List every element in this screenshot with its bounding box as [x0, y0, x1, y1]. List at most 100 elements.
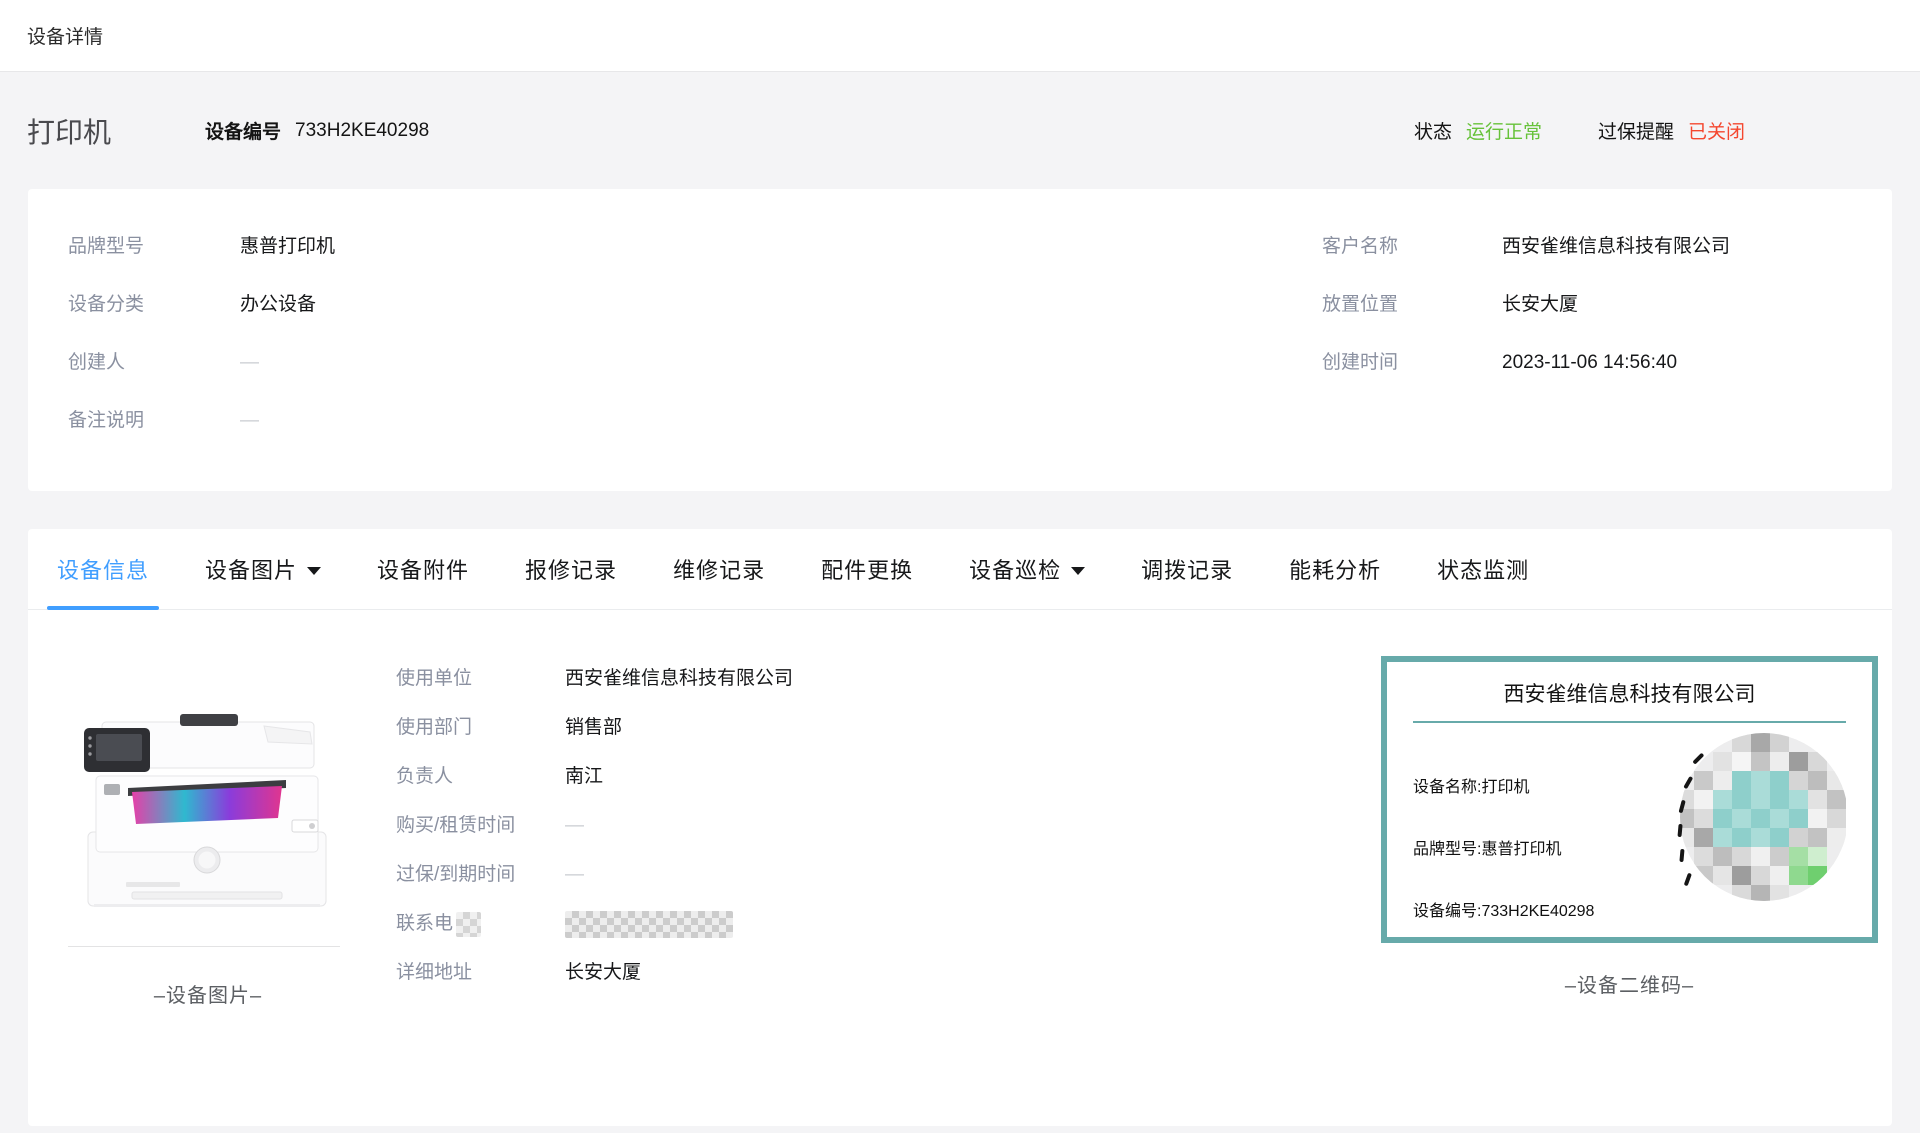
tab-label: 配件更换: [821, 553, 913, 585]
device-header: 打印机 设备编号 733H2KE40298 状态 运行正常 过保提醒 已关闭: [0, 72, 1920, 189]
summary-left-column: 品牌型号 惠普打印机 设备分类 办公设备 创建人 — 备注说明 —: [68, 229, 1322, 461]
tab-label: 能耗分析: [1289, 553, 1381, 585]
summary-card: 品牌型号 惠普打印机 设备分类 办公设备 创建人 — 备注说明 — 客户名称 西…: [28, 189, 1892, 491]
summary-row: 备注说明 —: [68, 403, 1322, 438]
tab-label: 设备附件: [377, 553, 469, 585]
field-label: 放置位置: [1322, 287, 1502, 322]
pixelated-label-mask: [456, 912, 481, 937]
pixelated-phone-value: [565, 911, 733, 938]
status-item-run: 状态 运行正常: [1414, 117, 1542, 144]
chevron-down-icon: [1071, 567, 1085, 575]
field-value: 西安雀维信息科技有限公司: [1502, 229, 1730, 264]
qr-block: 西安雀维信息科技有限公司 设备名称:打印机 品牌型号:惠普打印机 设备编号:73…: [1381, 656, 1878, 998]
detail-row: 详细地址 长安大厦: [396, 958, 1381, 988]
field-label: 使用单位: [396, 664, 565, 694]
field-value: 销售部: [565, 713, 622, 743]
field-value: 西安雀维信息科技有限公司: [565, 664, 793, 694]
qr-brand-line: 品牌型号:惠普打印机: [1413, 835, 1674, 859]
field-value: 长安大厦: [565, 958, 641, 988]
summary-row: 放置位置 长安大厦: [1322, 287, 1852, 322]
field-value: 惠普打印机: [240, 229, 335, 264]
tab-label: 调拨记录: [1141, 553, 1233, 585]
qr-code-pixelated-image: [1674, 731, 1846, 907]
field-label: 负责人: [396, 762, 565, 792]
field-label: 使用部门: [396, 713, 565, 743]
detail-row: 使用部门 销售部: [396, 713, 1381, 743]
device-image-block: –设备图片–: [68, 692, 348, 1008]
field-label: 详细地址: [396, 958, 565, 988]
field-label: 品牌型号: [68, 229, 240, 264]
image-divider: [68, 946, 340, 947]
warranty-label: 过保提醒: [1598, 117, 1674, 144]
detail-row: 使用单位 西安雀维信息科技有限公司: [396, 664, 1381, 694]
summary-row: 创建人 —: [68, 345, 1322, 380]
status-value: 运行正常: [1466, 117, 1542, 144]
qr-company-title: 西安雀维信息科技有限公司: [1413, 678, 1846, 723]
field-value-empty: —: [565, 860, 584, 890]
tab-status-monitoring[interactable]: 状态监测: [1423, 529, 1543, 609]
field-value: 办公设备: [240, 287, 316, 322]
summary-right-column: 客户名称 西安雀维信息科技有限公司 放置位置 长安大厦 创建时间 2023-11…: [1322, 229, 1852, 461]
summary-row: 创建时间 2023-11-06 14:56:40: [1322, 345, 1852, 380]
field-label: 创建人: [68, 345, 240, 380]
device-code-label: 设备编号: [205, 117, 281, 144]
tab-device-info[interactable]: 设备信息: [43, 529, 163, 609]
qr-lines: 设备名称:打印机 品牌型号:惠普打印机 设备编号:733H2KE40298: [1413, 773, 1674, 959]
tab-label: 设备巡检: [969, 553, 1061, 585]
field-label: 客户名称: [1322, 229, 1502, 264]
tab-label: 设备信息: [57, 553, 149, 585]
tab-label: 状态监测: [1437, 553, 1529, 585]
tab-device-attachments[interactable]: 设备附件: [363, 529, 483, 609]
status-group: 状态 运行正常 过保提醒 已关闭: [1414, 117, 1745, 144]
field-value: 长安大厦: [1502, 287, 1578, 322]
tab-label: 维修记录: [673, 553, 765, 585]
device-name: 打印机: [27, 111, 111, 151]
tab-device-images[interactable]: 设备图片: [191, 529, 335, 609]
field-value-empty: —: [240, 345, 259, 380]
tab-label: 报修记录: [525, 553, 617, 585]
detail-row: 过保/到期时间 —: [396, 860, 1381, 890]
status-item-warranty: 过保提醒 已关闭: [1598, 117, 1745, 144]
detail-row: 购买/租赁时间 —: [396, 811, 1381, 841]
tab-label: 设备图片: [205, 553, 297, 585]
tab-bar: 设备信息 设备图片 设备附件 报修记录 维修记录 配件更换 设备巡检 调拨记录 …: [28, 529, 1892, 610]
field-label: 联系电: [396, 909, 453, 939]
device-code-value: 733H2KE40298: [295, 120, 429, 142]
summary-row: 客户名称 西安雀维信息科技有限公司: [1322, 229, 1852, 264]
summary-row: 品牌型号 惠普打印机: [68, 229, 1322, 264]
tab-repair-requests[interactable]: 报修记录: [511, 529, 631, 609]
summary-row: 设备分类 办公设备: [68, 287, 1322, 322]
tab-transfer-records[interactable]: 调拨记录: [1127, 529, 1247, 609]
page-title: 设备详情: [27, 22, 103, 49]
field-value-empty: —: [240, 403, 259, 438]
field-label: 过保/到期时间: [396, 860, 565, 890]
warranty-value: 已关闭: [1688, 117, 1745, 144]
qr-body: 设备名称:打印机 品牌型号:惠普打印机 设备编号:733H2KE40298: [1413, 723, 1846, 959]
detail-row: 负责人 南江: [396, 762, 1381, 792]
qr-card: 西安雀维信息科技有限公司 设备名称:打印机 品牌型号:惠普打印机 设备编号:73…: [1381, 656, 1878, 943]
field-value: 2023-11-06 14:56:40: [1502, 345, 1677, 380]
usage-fields: 使用单位 西安雀维信息科技有限公司 使用部门 销售部 负责人 南江 购买/租赁时…: [396, 664, 1381, 1007]
detail-row-phone: 联系电: [396, 909, 1381, 939]
device-image-caption: –设备图片–: [68, 979, 348, 1008]
qr-code-line: 设备编号:733H2KE40298: [1413, 897, 1674, 921]
tab-energy-analysis[interactable]: 能耗分析: [1275, 529, 1395, 609]
tab-device-inspection[interactable]: 设备巡检: [955, 529, 1099, 609]
field-label: 备注说明: [68, 403, 240, 438]
qr-caption: –设备二维码–: [1381, 969, 1878, 998]
status-label: 状态: [1414, 117, 1452, 144]
printer-image[interactable]: [68, 692, 346, 920]
device-info-panel: –设备图片– 使用单位 西安雀维信息科技有限公司 使用部门 销售部 负责人 南江…: [28, 610, 1892, 1008]
field-value: 南江: [565, 762, 603, 792]
field-label: 购买/租赁时间: [396, 811, 565, 841]
field-value-empty: —: [565, 811, 584, 841]
field-label: 设备分类: [68, 287, 240, 322]
tab-maintenance-records[interactable]: 维修记录: [659, 529, 779, 609]
field-label: 创建时间: [1322, 345, 1502, 380]
chevron-down-icon: [307, 567, 321, 575]
page-topbar: 设备详情: [0, 0, 1920, 72]
tab-parts-replacement[interactable]: 配件更换: [807, 529, 927, 609]
field-label-phone: 联系电: [396, 909, 565, 939]
device-code: 设备编号 733H2KE40298: [205, 117, 429, 144]
qr-device-name-line: 设备名称:打印机: [1413, 773, 1674, 797]
